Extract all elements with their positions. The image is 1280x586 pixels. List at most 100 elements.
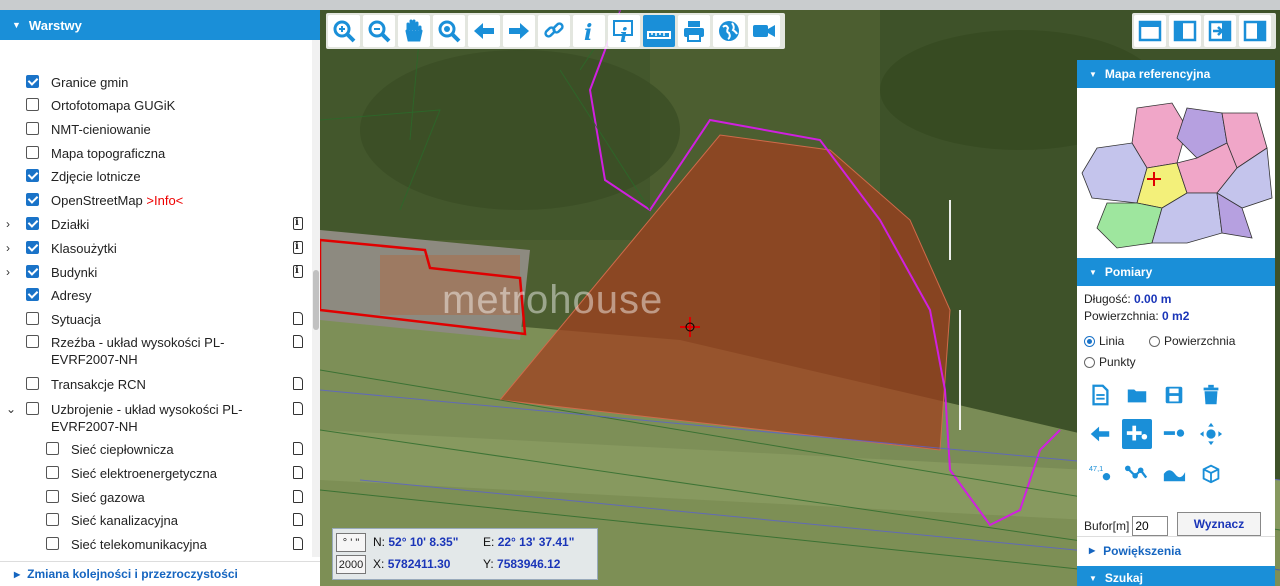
measure-ruler-button[interactable]: [643, 15, 675, 47]
layer-item[interactable]: Sieć telekomunikacyjna: [0, 536, 312, 553]
layer-list-scrollbar[interactable]: [312, 40, 320, 557]
layer-checkbox[interactable]: [26, 98, 39, 111]
osm-info-link[interactable]: >Info<: [143, 193, 183, 208]
add-point-button[interactable]: [1122, 419, 1152, 449]
layer-item[interactable]: Rzeźba - układ wysokości PL-EVRF2007-NH: [0, 334, 312, 368]
cube-button[interactable]: [1196, 458, 1226, 488]
radio-area[interactable]: [1149, 336, 1160, 347]
zoom-extent-button[interactable]: [433, 15, 465, 47]
back-arrow-button[interactable]: [468, 15, 500, 47]
layout-left-button[interactable]: [1169, 15, 1201, 47]
doc-icon[interactable]: [293, 490, 303, 503]
layer-checkbox[interactable]: [46, 442, 59, 455]
layer-checkbox[interactable]: [46, 490, 59, 503]
expand-chevron-icon[interactable]: ⌄: [6, 401, 20, 417]
layer-checkbox[interactable]: [26, 265, 39, 278]
layer-item[interactable]: Sieć kanalizacyjna: [0, 512, 312, 529]
coord-format-button[interactable]: ° ' ": [336, 533, 366, 552]
info-doc-icon[interactable]: [293, 241, 303, 254]
print-button[interactable]: [678, 15, 710, 47]
new-document-button[interactable]: [1085, 380, 1115, 410]
layer-item[interactable]: › Klasoużytki: [0, 240, 312, 257]
doc-icon[interactable]: [293, 402, 303, 415]
layer-checkbox[interactable]: [26, 402, 39, 415]
reference-map-header[interactable]: ▼ Mapa referencyjna: [1077, 60, 1275, 88]
undo-arrow-button[interactable]: [1085, 419, 1115, 449]
forward-arrow-button[interactable]: [503, 15, 535, 47]
layer-checkbox[interactable]: [26, 122, 39, 135]
zoom-in-button[interactable]: [328, 15, 360, 47]
layer-item[interactable]: Sieć elektroenergetyczna: [0, 465, 312, 482]
radio-line[interactable]: [1084, 336, 1095, 347]
doc-icon[interactable]: [293, 312, 303, 325]
layers-panel-header[interactable]: ▼ Warstwy: [0, 10, 320, 40]
doc-icon[interactable]: [293, 513, 303, 526]
layer-item[interactable]: Zdjęcie lotnicze: [0, 168, 312, 185]
layer-item[interactable]: Granice gmin: [0, 74, 312, 91]
layer-item[interactable]: Sieć ciepłownicza: [0, 441, 312, 458]
info-doc-icon[interactable]: [293, 217, 303, 230]
layout-right-button[interactable]: [1239, 15, 1271, 47]
doc-icon[interactable]: [293, 537, 303, 550]
layer-item[interactable]: Mapa topograficzna: [0, 145, 312, 162]
globe-button[interactable]: [713, 15, 745, 47]
layer-item[interactable]: › Działki: [0, 216, 312, 233]
layer-checkbox[interactable]: [26, 193, 39, 206]
layer-checkbox[interactable]: [46, 466, 59, 479]
layer-checkbox[interactable]: [26, 169, 39, 182]
scale-button[interactable]: 2000: [336, 555, 366, 574]
layer-checkbox[interactable]: [46, 537, 59, 550]
layer-item[interactable]: NMT-cieniowanie: [0, 121, 312, 138]
buffer-input[interactable]: [1132, 516, 1169, 536]
info-text-button[interactable]: i: [608, 15, 640, 47]
layer-checkbox[interactable]: [26, 75, 39, 88]
zoom-section-header[interactable]: ▶ Powiększenia: [1077, 536, 1275, 564]
layer-item[interactable]: Sieć gazowa: [0, 489, 312, 506]
measurements-header[interactable]: ▼ Pomiary: [1077, 258, 1275, 286]
doc-icon[interactable]: [293, 335, 303, 348]
save-button[interactable]: [1159, 380, 1189, 410]
layer-item[interactable]: ⌄ Uzbrojenie - układ wysokości PL-EVRF200…: [0, 401, 312, 435]
curve-area-button[interactable]: [1159, 458, 1189, 488]
info-doc-icon[interactable]: [293, 265, 303, 278]
open-folder-button[interactable]: [1122, 380, 1152, 410]
layer-checkbox[interactable]: [26, 241, 39, 254]
layer-checkbox[interactable]: [26, 217, 39, 230]
layout-full-button[interactable]: [1134, 15, 1166, 47]
expand-chevron-icon[interactable]: ›: [6, 264, 20, 280]
scrollbar-thumb[interactable]: [313, 270, 319, 330]
layer-item[interactable]: Transakcje RCN: [0, 376, 312, 393]
layer-item[interactable]: › Budynki: [0, 264, 312, 281]
layer-checkbox[interactable]: [26, 146, 39, 159]
layer-checkbox[interactable]: [26, 312, 39, 325]
mode-line-radio[interactable]: Linia: [1084, 334, 1124, 348]
layer-checkbox[interactable]: [26, 377, 39, 390]
zoom-out-button[interactable]: [363, 15, 395, 47]
layer-checkbox[interactable]: [26, 335, 39, 348]
search-section-header[interactable]: ▼ Szukaj: [1077, 566, 1275, 586]
video-camera-button[interactable]: [748, 15, 780, 47]
layer-order-link[interactable]: ▶ Zmiana kolejności i przezroczystości: [0, 561, 320, 586]
expand-chevron-icon[interactable]: ›: [6, 216, 20, 232]
reference-map-image[interactable]: [1077, 88, 1275, 258]
reference-map[interactable]: [1077, 88, 1275, 258]
doc-icon[interactable]: [293, 442, 303, 455]
pan-hand-button[interactable]: [398, 15, 430, 47]
remove-point-button[interactable]: [1159, 419, 1189, 449]
doc-icon[interactable]: [293, 377, 303, 390]
link-button[interactable]: [538, 15, 570, 47]
layout-export-button[interactable]: [1204, 15, 1236, 47]
mode-points-radio[interactable]: Punkty: [1084, 355, 1136, 369]
compute-button[interactable]: Wyznacz: [1177, 512, 1261, 536]
polyline-button[interactable]: [1122, 458, 1152, 488]
label-point-button[interactable]: 47,1: [1085, 458, 1115, 488]
map-view[interactable]: metrohouse ii ° ' " 2000 N: 52° 10' 8.35…: [320, 10, 1280, 586]
layer-item[interactable]: Sytuacja: [0, 311, 312, 328]
expand-chevron-icon[interactable]: ›: [6, 240, 20, 256]
move-point-button[interactable]: [1196, 419, 1226, 449]
layer-item[interactable]: Adresy: [0, 287, 312, 304]
layer-checkbox[interactable]: [46, 513, 59, 526]
layer-checkbox[interactable]: [26, 288, 39, 301]
info-button[interactable]: i: [573, 15, 605, 47]
layer-item[interactable]: Ortofotomapa GUGiK: [0, 97, 312, 114]
